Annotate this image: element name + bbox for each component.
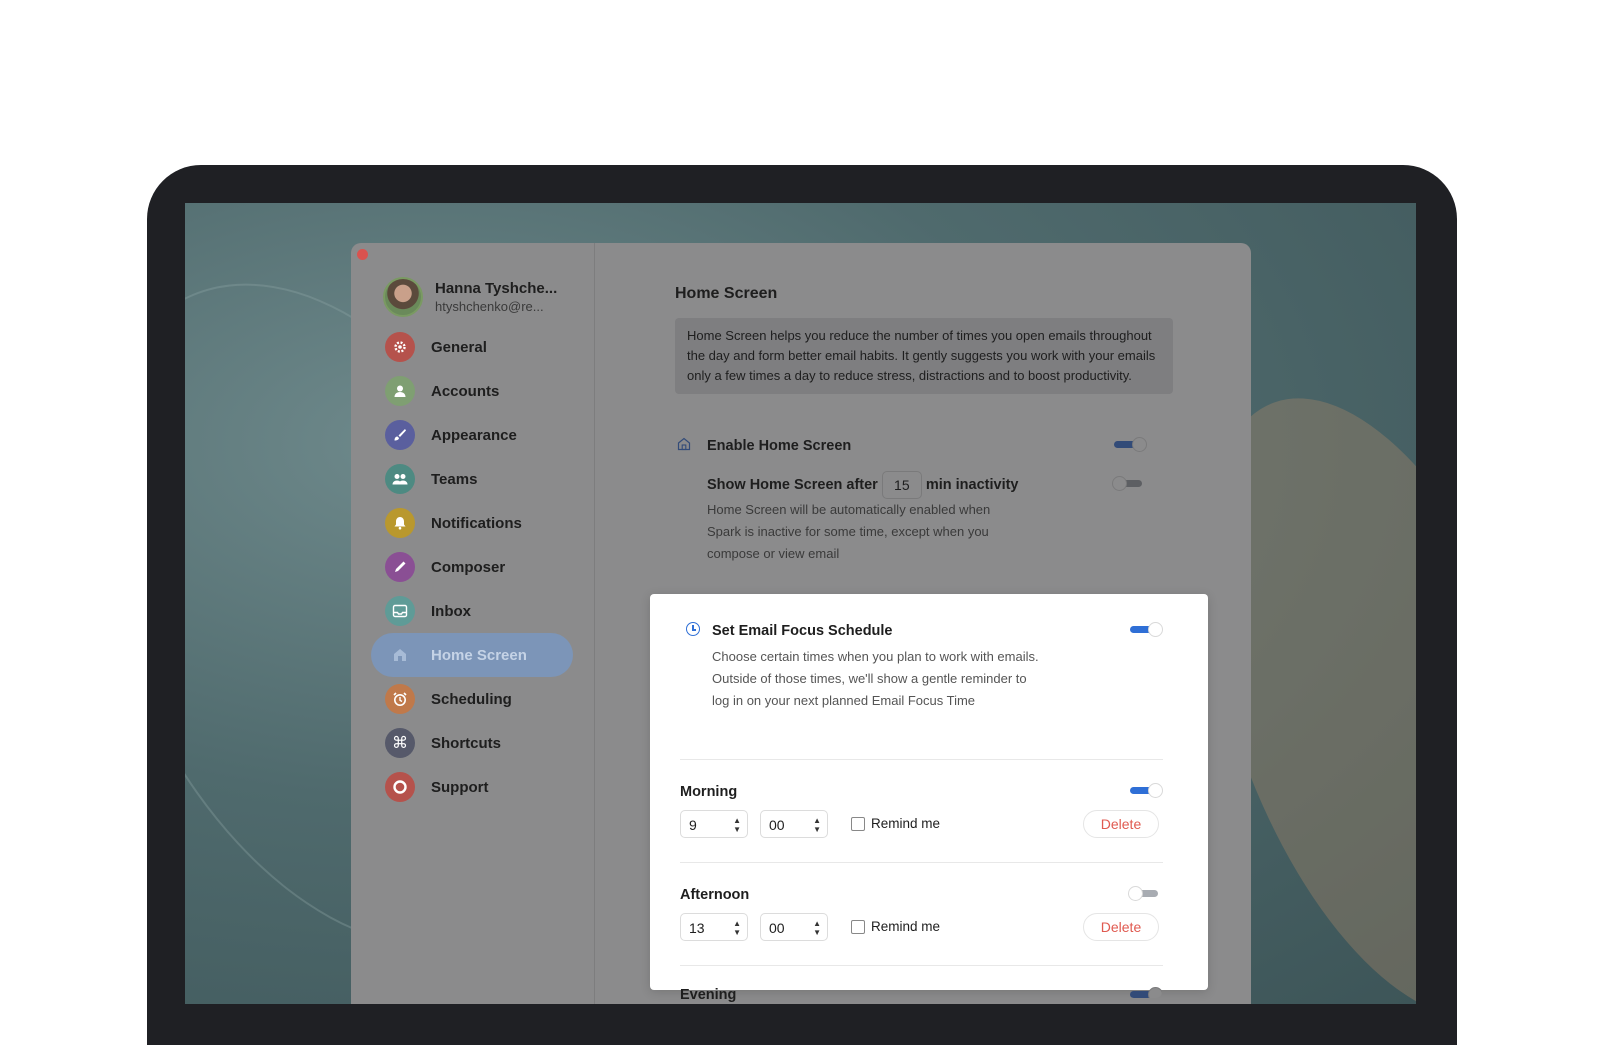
sidebar-nav: General Accounts Appearance Teams Notifi… [371, 325, 573, 809]
morning-minute-select[interactable]: 00 ▲ ▼ [760, 810, 828, 838]
afternoon-hour-value: 13 [689, 920, 705, 936]
person-icon [385, 376, 415, 406]
evening-toggle[interactable] [1128, 986, 1162, 998]
enable-home-screen-toggle[interactable] [1112, 436, 1147, 452]
divider [680, 862, 1163, 863]
stepper-arrows-icon: ▲ ▼ [733, 816, 741, 834]
focus-schedule-toggle[interactable] [1128, 621, 1163, 637]
afternoon-minute-select[interactable]: 00 ▲ ▼ [760, 913, 828, 941]
show-after-row: Show Home Screen after 15 min inactivity [707, 471, 1019, 499]
afternoon-hour-select[interactable]: 13 ▲ ▼ [680, 913, 748, 941]
profile-email: htyshchenko@re... [435, 299, 544, 314]
house-icon [677, 437, 691, 451]
morning-delete-button[interactable]: Delete [1083, 810, 1159, 838]
sidebar-item-inbox[interactable]: Inbox [371, 589, 573, 633]
sidebar-item-accounts[interactable]: Accounts [371, 369, 573, 413]
afternoon-label: Afternoon [680, 887, 750, 903]
morning-label: Morning [680, 784, 738, 800]
sidebar-item-composer[interactable]: Composer [371, 545, 573, 589]
stepper-arrows-icon: ▲ ▼ [813, 919, 821, 937]
morning-toggle[interactable] [1128, 782, 1163, 798]
afternoon-toggle[interactable] [1128, 885, 1162, 901]
stepper-arrows-icon: ▲ ▼ [813, 816, 821, 834]
sidebar-item-scheduling[interactable]: Scheduling [371, 677, 573, 721]
divider [680, 759, 1163, 760]
bell-icon [385, 508, 415, 538]
lifebuoy-icon [385, 772, 415, 802]
profile-name: Hanna Tyshche... [435, 280, 558, 297]
sidebar-item-label: Appearance [431, 426, 517, 444]
sidebar-item-support[interactable]: Support [371, 765, 573, 809]
sidebar-item-label: General [431, 338, 487, 356]
account-profile[interactable]: Hanna Tyshche... htyshchenko@re... [383, 277, 557, 317]
enable-home-screen-label: Enable Home Screen [707, 438, 852, 454]
morning-remind-label: Remind me [871, 816, 941, 831]
sidebar-item-shortcuts[interactable]: ⌘ Shortcuts [371, 721, 573, 765]
people-icon [385, 464, 415, 494]
clock-icon [686, 622, 700, 636]
sidebar-item-label: Inbox [431, 602, 471, 620]
sidebar-item-label: Accounts [431, 382, 500, 400]
morning-minute-value: 00 [769, 817, 785, 833]
command-icon: ⌘ [385, 728, 415, 758]
focus-schedule-description: Choose certain times when you plan to wo… [712, 649, 1039, 708]
afternoon-remind-label: Remind me [871, 919, 941, 934]
brush-icon [385, 420, 415, 450]
sidebar-item-label: Composer [431, 558, 506, 576]
sidebar-item-label: Teams [431, 470, 478, 488]
sidebar-item-label: Notifications [431, 514, 522, 532]
page-title: Home Screen [675, 285, 778, 302]
pen-icon [385, 552, 415, 582]
show-after-prefix: Show Home Screen after [707, 477, 878, 493]
sidebar-item-home-screen[interactable]: Home Screen [371, 633, 573, 677]
sidebar-item-label: Home Screen [431, 646, 527, 664]
gear-icon [385, 332, 415, 362]
show-after-suffix: min inactivity [925, 477, 1019, 493]
sidebar-item-appearance[interactable]: Appearance [371, 413, 573, 457]
avatar [383, 277, 423, 317]
sidebar-item-notifications[interactable]: Notifications [371, 501, 573, 545]
focus-schedule-card: Set Email Focus Schedule Choose certain … [650, 594, 1208, 990]
stepper-arrows-icon: ▲ ▼ [733, 919, 741, 937]
inactivity-minutes-input[interactable]: 15 [881, 471, 922, 499]
inbox-icon [385, 596, 415, 626]
alarm-clock-icon [385, 684, 415, 714]
morning-hour-select[interactable]: 9 ▲ ▼ [680, 810, 748, 838]
morning-hour-value: 9 [689, 817, 697, 833]
show-after-toggle[interactable] [1112, 475, 1146, 491]
focus-schedule-title: Set Email Focus Schedule [712, 623, 893, 639]
info-box: Home Screen helps you reduce the number … [675, 318, 1173, 394]
evening-label: Evening [680, 987, 737, 1003]
afternoon-remind-checkbox[interactable] [851, 920, 865, 934]
sidebar-item-label: Support [431, 778, 489, 796]
divider [680, 965, 1163, 966]
sidebar-item-label: Shortcuts [431, 734, 502, 752]
afternoon-minute-value: 00 [769, 920, 785, 936]
morning-remind-checkbox[interactable] [851, 817, 865, 831]
sidebar-item-label: Scheduling [431, 690, 512, 708]
settings-sidebar: Hanna Tyshche... htyshchenko@re... Gener… [351, 243, 595, 1004]
afternoon-delete-button[interactable]: Delete [1083, 913, 1159, 941]
show-after-description: Home Screen will be automatically enable… [707, 502, 991, 561]
sidebar-item-general[interactable]: General [371, 325, 573, 369]
sidebar-item-teams[interactable]: Teams [371, 457, 573, 501]
house-icon [385, 640, 415, 670]
